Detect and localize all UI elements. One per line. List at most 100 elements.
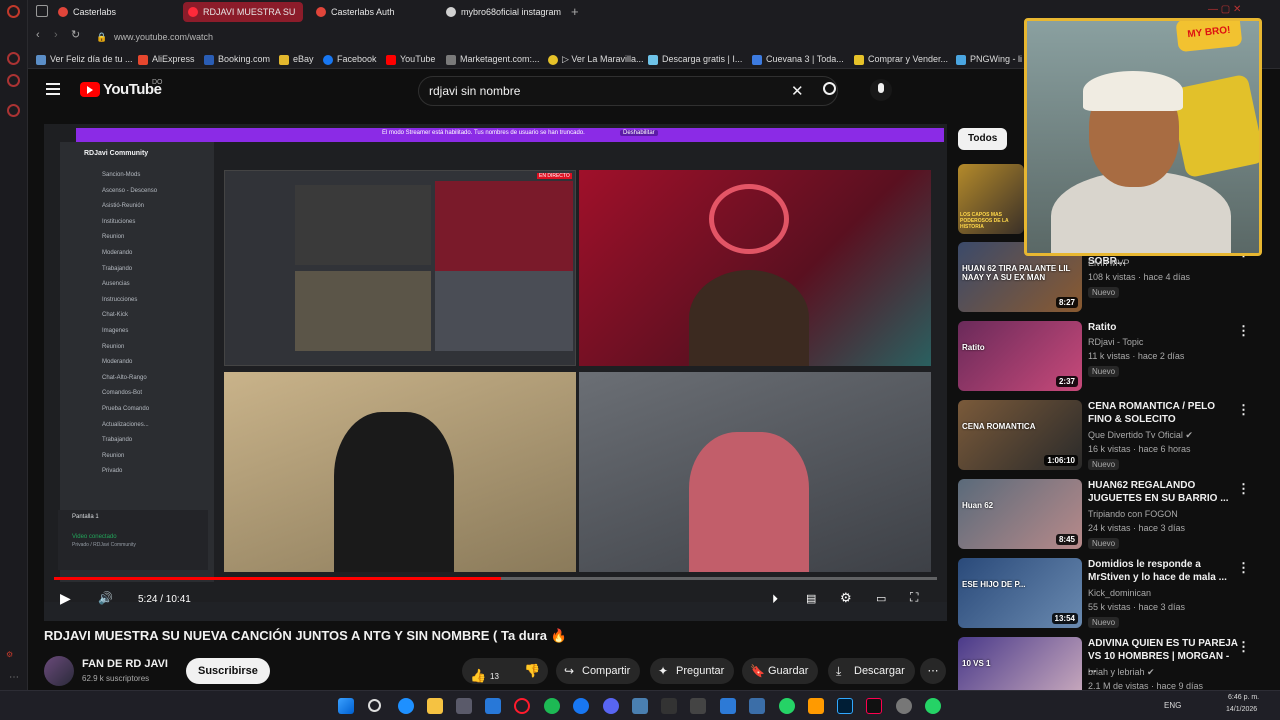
- video-channel[interactable]: Kick_dominican: [1088, 588, 1151, 598]
- bookmark-comprar[interactable]: Comprar y Vender...: [854, 52, 948, 67]
- more-options-icon[interactable]: ⋮: [1237, 402, 1250, 418]
- video-channel[interactable]: Elvin MVP: [1088, 258, 1130, 268]
- bookmark-descarga[interactable]: Descarga gratis | I...: [648, 52, 742, 67]
- recommended-video[interactable]: Ratito 2:37 Ratito RDjavi - Topic 11 k vista…: [958, 321, 1258, 395]
- more-options-icon[interactable]: ⋮: [1237, 639, 1250, 655]
- tab-casterlabs[interactable]: Casterlabs: [53, 2, 183, 22]
- dislike-icon[interactable]: 👎: [524, 658, 540, 684]
- file-explorer-icon[interactable]: [427, 698, 443, 714]
- video-channel[interactable]: RDjavi - Topic: [1088, 337, 1143, 347]
- tiktok-icon[interactable]: [866, 698, 882, 714]
- app-icon[interactable]: [720, 698, 736, 714]
- play-button[interactable]: ▶: [60, 590, 71, 607]
- channel-name[interactable]: FAN DE RD JAVI: [82, 658, 168, 670]
- clock-date[interactable]: 14/1/2026: [1226, 706, 1257, 713]
- autoplay-toggle[interactable]: ⏵: [772, 592, 778, 607]
- language-indicator[interactable]: ENG: [1164, 701, 1181, 710]
- app-icon[interactable]: [661, 698, 677, 714]
- share-button[interactable]: ↪ Compartir: [556, 658, 641, 684]
- forward-icon[interactable]: ›: [54, 29, 58, 41]
- video-title-link[interactable]: CENA ROMANTICA / PELO FINO & SOLECITO: [1088, 400, 1240, 426]
- mail-icon[interactable]: [485, 698, 501, 714]
- sidebar-more-icon[interactable]: ⋯: [9, 672, 19, 683]
- search-icon[interactable]: [823, 82, 836, 95]
- bookmark-item[interactable]: Ver Feliz día de tu ...: [36, 52, 133, 67]
- progress-bar[interactable]: [54, 577, 937, 580]
- tab-instagram[interactable]: mybro68oficial instagram: [441, 2, 569, 22]
- video-title-link[interactable]: Domidios le responde a MrStiven y lo hac…: [1088, 558, 1240, 584]
- channel-avatar[interactable]: [44, 656, 74, 686]
- voice-search-button[interactable]: [870, 79, 892, 101]
- sidebar-settings-icon[interactable]: ⚙: [6, 650, 13, 659]
- recommended-video[interactable]: ESE HIJO DE P... 13:54 Domidios le respond…: [958, 558, 1258, 632]
- youtube-logo-icon[interactable]: [80, 82, 100, 97]
- ask-button[interactable]: ✦ Preguntar: [650, 658, 735, 684]
- rec-thumbnail-top[interactable]: LOS CAPOS MAS PODEROSOS DE LA HISTORIA: [958, 164, 1024, 234]
- tab-rdjavi-video[interactable]: RDJAVI MUESTRA SU: [183, 2, 303, 22]
- app-icon[interactable]: [690, 698, 706, 714]
- opera-logo-icon[interactable]: [7, 5, 20, 18]
- video-title-link[interactable]: HUAN62 REGALANDO JUGUETES EN SU BARRIO .…: [1088, 479, 1240, 505]
- like-icon[interactable]: 👍: [470, 663, 486, 683]
- search-input[interactable]: rdjavi sin nombre ✕: [418, 76, 838, 106]
- bookmark-ebay[interactable]: eBay: [279, 52, 314, 67]
- bookmark-aliexpress[interactable]: AliExpress: [138, 52, 195, 67]
- windows-start-icon[interactable]: [338, 698, 354, 714]
- sidebar-messenger-icon[interactable]: [7, 74, 20, 87]
- more-actions-button[interactable]: ⋯: [920, 658, 946, 684]
- app-icon[interactable]: [632, 698, 648, 714]
- video-channel[interactable]: briah y lebriah ✔: [1088, 667, 1155, 678]
- volume-icon[interactable]: 🔊: [98, 591, 113, 605]
- workspaces-icon[interactable]: [36, 5, 48, 17]
- bookmark-marketagent[interactable]: Marketagent.com:...: [446, 52, 540, 67]
- back-icon[interactable]: ‹: [36, 29, 40, 41]
- subscribe-button[interactable]: Suscribirse: [186, 658, 270, 684]
- recommended-video[interactable]: Huan 62 8:45 HUAN62 REGALANDO JUGUETES EN …: [958, 479, 1258, 553]
- more-options-icon[interactable]: ⋮: [1237, 323, 1250, 339]
- edge-icon[interactable]: [398, 698, 414, 714]
- whatsapp-icon[interactable]: [925, 698, 941, 714]
- app-icon[interactable]: [896, 698, 912, 714]
- discord-icon[interactable]: [603, 698, 619, 714]
- video-channel[interactable]: Que Divertido Tv Oficial ✔: [1088, 430, 1193, 441]
- spotify-icon[interactable]: [544, 698, 560, 714]
- new-tab-button[interactable]: +: [571, 4, 579, 19]
- url-field[interactable]: 🔒 www.youtube.com/watch: [94, 27, 854, 47]
- menu-icon[interactable]: [46, 83, 60, 95]
- bookmark-booking[interactable]: Booking.com: [204, 52, 270, 67]
- sidebar-nav-icon[interactable]: [7, 52, 20, 65]
- app-icon[interactable]: [808, 698, 824, 714]
- clock-time[interactable]: 6:46 p. m.: [1228, 694, 1259, 701]
- video-thumbnail[interactable]: ESE HIJO DE P... 13:54: [958, 558, 1082, 628]
- tab-casterlabs-auth[interactable]: Casterlabs Auth: [311, 2, 441, 22]
- video-thumbnail[interactable]: Ratito 2:37: [958, 321, 1082, 391]
- more-options-icon[interactable]: ⋮: [1237, 481, 1250, 497]
- filter-chip-all[interactable]: Todos: [958, 128, 1008, 150]
- subtitles-icon[interactable]: ▤: [806, 592, 816, 605]
- miniplayer-icon[interactable]: ▭: [876, 592, 886, 605]
- bookmark-maravilla[interactable]: ▷ Ver La Maravilla...: [548, 52, 643, 67]
- video-player[interactable]: El modo Streamer está habilitado. Tus no…: [44, 124, 947, 621]
- taskbar-search-icon[interactable]: [368, 699, 381, 712]
- settings-gear-icon[interactable]: ⚙: [840, 590, 852, 606]
- whatsapp-icon[interactable]: [779, 698, 795, 714]
- store-icon[interactable]: [456, 698, 472, 714]
- video-channel[interactable]: Tripiando con FOGON: [1088, 509, 1178, 519]
- download-button[interactable]: ⤓ Descargar: [828, 658, 915, 684]
- more-options-icon[interactable]: ⋮: [1237, 560, 1250, 576]
- bookmark-youtube[interactable]: YouTube: [386, 52, 435, 67]
- save-button[interactable]: 🔖 Guardar: [742, 658, 819, 684]
- bookmark-facebook[interactable]: Facebook: [323, 52, 377, 67]
- sidebar-history-icon[interactable]: [7, 104, 20, 117]
- facebook-taskbar-icon[interactable]: [573, 698, 589, 714]
- fullscreen-icon[interactable]: ⛶: [910, 590, 918, 605]
- app-icon[interactable]: [749, 698, 765, 714]
- window-controls[interactable]: — ▢ ✕: [1208, 4, 1241, 15]
- photoshop-icon[interactable]: [837, 698, 853, 714]
- clear-search-icon[interactable]: ✕: [791, 82, 804, 100]
- bookmark-pngwing[interactable]: PNGWing - li: [956, 52, 1022, 67]
- video-thumbnail[interactable]: CENA ROMANTICA 1:06:10: [958, 400, 1082, 470]
- reload-icon[interactable]: ↻: [71, 28, 80, 41]
- video-thumbnail[interactable]: Huan 62 8:45: [958, 479, 1082, 549]
- recommended-video[interactable]: CENA ROMANTICA 1:06:10 CENA ROMANTICA / PE…: [958, 400, 1258, 474]
